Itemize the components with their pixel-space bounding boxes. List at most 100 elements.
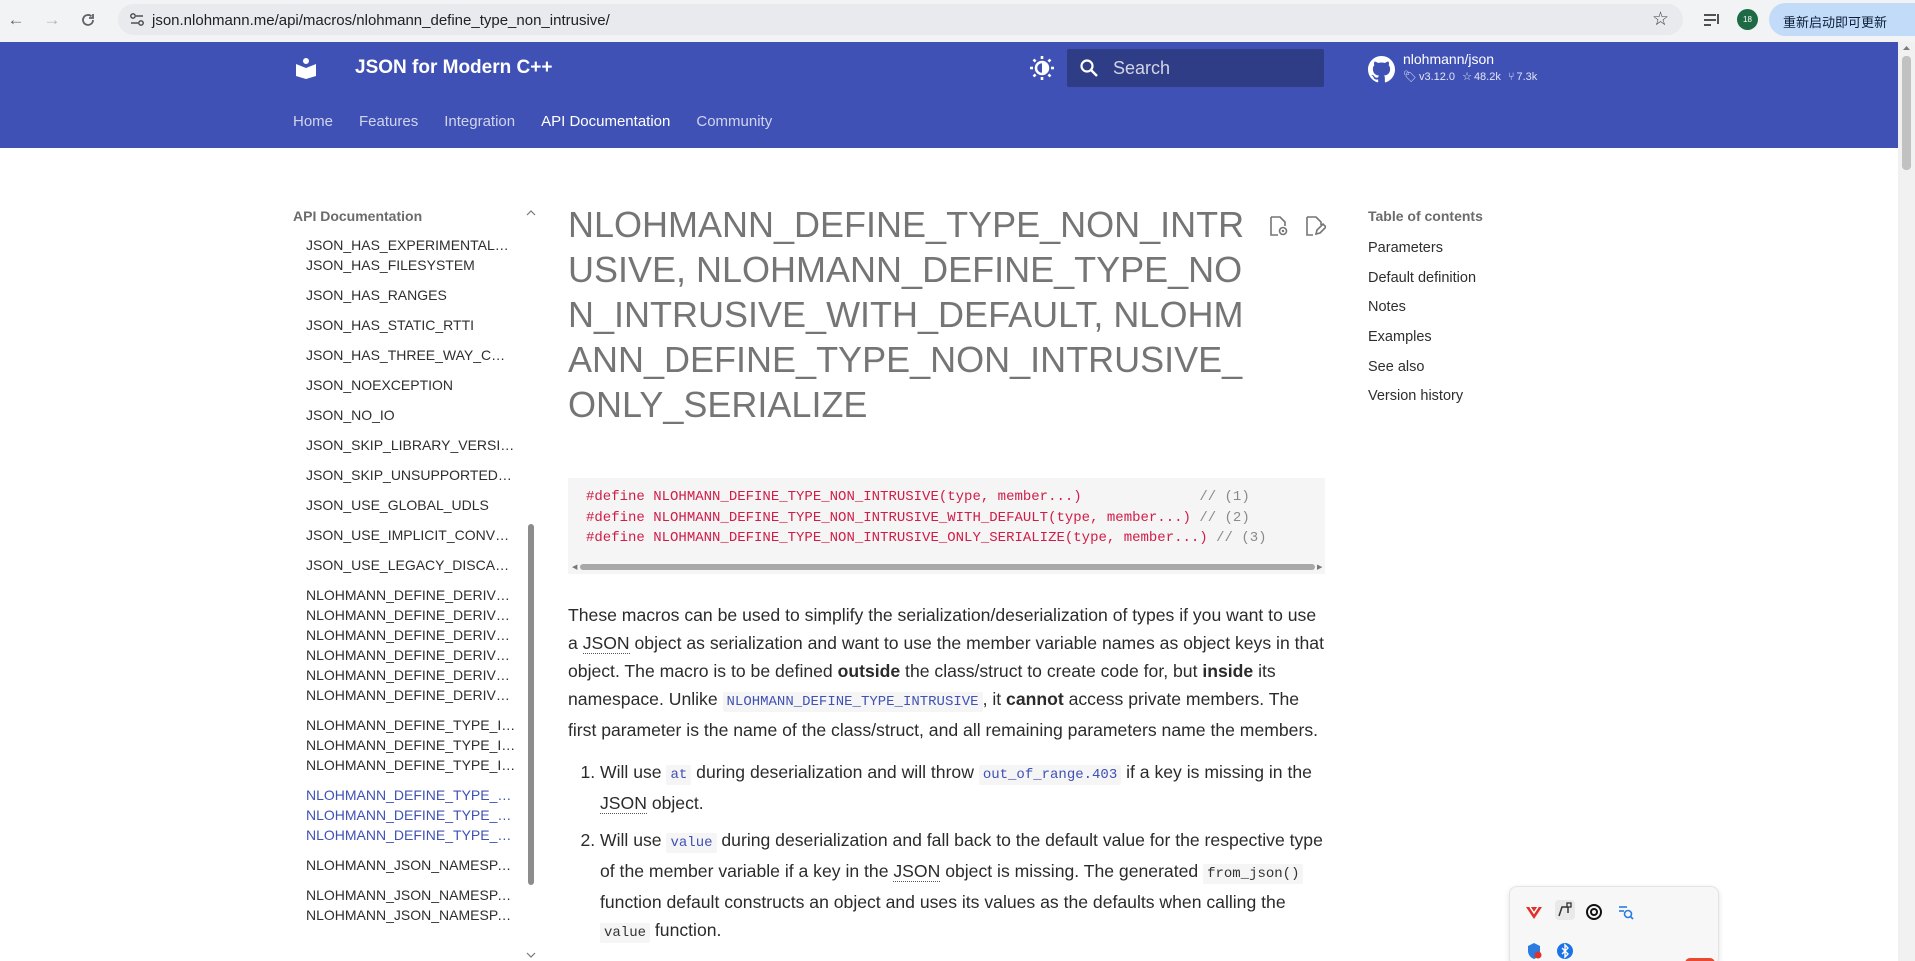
sidebar-nav-group: JSON_SKIP_UNSUPPORTED_COMPILER_CHECK — [306, 465, 516, 485]
list-text: function. — [650, 920, 722, 940]
sidebar-nav-item[interactable]: NLOHMANN_DEFINE_TYPE_NON_INTRUSIVE_WITH_… — [306, 805, 516, 825]
repo-version: v3.12.0 — [1418, 70, 1456, 83]
sidebar-nav-item[interactable]: NLOHMANN_DEFINE_TYPE_NON_INTRUSIVE, — [306, 785, 516, 805]
toc-item[interactable]: Parameters — [1368, 238, 1476, 258]
sidebar-nav-item[interactable]: NLOHMANN_DEFINE_DERIVED_TYPE_INTRUSIVE, — [306, 585, 516, 605]
intro-text: the class/struct to create code for, but — [900, 661, 1203, 681]
sidebar-nav-item[interactable]: NLOHMANN_DEFINE_DERIVED_TYPE_NON_INTRUSI… — [306, 645, 516, 665]
sidebar-nav-item[interactable]: JSON_USE_IMPLICIT_CONVERSIONS — [306, 525, 516, 545]
scroll-left-icon[interactable]: ◀ — [572, 563, 577, 571]
sidebar-nav-item[interactable]: NLOHMANN_DEFINE_TYPE_NON_INTRUSIVE_ONLY_… — [306, 825, 516, 845]
json-abbr: JSON — [893, 861, 941, 882]
sidebar-nav-group: JSON_HAS_THREE_WAY_COMPARISON — [306, 345, 516, 365]
out-of-range-link[interactable]: out_of_range.403 — [978, 765, 1122, 785]
edit-page-icon[interactable] — [1302, 214, 1326, 238]
tab-api-documentation[interactable]: API Documentation — [541, 113, 670, 130]
site-title[interactable]: JSON for Modern C++ — [355, 57, 552, 79]
sidebar-title: API Documentation — [293, 208, 423, 224]
repo-forks: 7.3k — [1516, 70, 1538, 83]
sidebar-nav-item[interactable]: JSON_SKIP_LIBRARY_VERSION_CHECK — [306, 435, 516, 455]
profile-avatar[interactable]: 18 — [1737, 9, 1758, 30]
from-json-code: from_json() — [1203, 864, 1304, 884]
search-icon — [1080, 59, 1098, 77]
sidebar-nav-item[interactable]: NLOHMANN_DEFINE_DERIVED_TYPE_INTRUSIVE_O… — [306, 625, 516, 645]
sidebar-nav-item[interactable]: NLOHMANN_JSON_NAMESPACE — [306, 855, 516, 875]
vivaldi-icon[interactable] — [1524, 902, 1544, 922]
bookmark-star-icon[interactable]: ☆ — [1652, 8, 1669, 31]
code-line: #define NLOHMANN_DEFINE_TYPE_NON_INTRUSI… — [586, 528, 1267, 549]
toc-item[interactable]: Examples — [1368, 327, 1476, 347]
url-text: json.nlohmann.me/api/macros/nlohmann_def… — [152, 12, 610, 29]
tab-integration[interactable]: Integration — [444, 113, 515, 130]
code-macro: #define NLOHMANN_DEFINE_TYPE_NON_INTRUSI… — [586, 509, 1200, 526]
search-tool-icon[interactable] — [1616, 902, 1636, 922]
scroll-up-icon[interactable] — [1902, 45, 1911, 51]
sidebar-nav-item[interactable]: JSON_HAS_THREE_WAY_COMPARISON — [306, 345, 516, 365]
sidebar-nav-item[interactable]: NLOHMANN_DEFINE_DERIVED_TYPE_NON_INTRUSI… — [306, 685, 516, 705]
sidebar-nav-item[interactable]: JSON_HAS_STATIC_RTTI — [306, 315, 516, 335]
collapse-up-icon[interactable] — [526, 210, 536, 216]
sidebar-nav-item[interactable]: NLOHMANN_JSON_NAMESPACE_END — [306, 905, 516, 925]
sidebar-nav-item[interactable]: JSON_SKIP_UNSUPPORTED_COMPILER_CHECK — [306, 465, 516, 485]
scroll-right-icon[interactable]: ▶ — [1317, 563, 1322, 571]
search-box[interactable] — [1067, 49, 1324, 87]
version-fact: 🏷︎ v3.12.0 — [1403, 70, 1456, 84]
site-info-icon[interactable] — [128, 11, 146, 28]
address-bar[interactable]: json.nlohmann.me/api/macros/nlohmann_def… — [118, 4, 1683, 35]
scroll-down-icon[interactable] — [526, 952, 536, 958]
browser-toolbar: ← → json.nlohmann.me/api/macros/nlohmann… — [0, 0, 1915, 42]
list-text: object. — [646, 793, 704, 813]
sidebar-nav-item[interactable]: JSON_NO_IO — [306, 405, 516, 425]
book-logo-icon[interactable] — [294, 56, 318, 80]
tab-home[interactable]: Home — [293, 113, 333, 130]
sidebar-nav-item[interactable]: NLOHMANN_DEFINE_TYPE_INTRUSIVE, — [306, 715, 516, 735]
value-link[interactable]: value — [666, 833, 717, 853]
bluetooth-icon[interactable] — [1555, 941, 1575, 961]
sidebar-nav-item[interactable]: JSON_USE_LEGACY_DISCARDED_VALUE_COMPARIS… — [306, 555, 516, 575]
sidebar-scrollbar[interactable] — [528, 524, 534, 885]
tab-features[interactable]: Features — [359, 113, 418, 130]
page-scrollbar-thumb[interactable] — [1902, 56, 1911, 170]
sidebar-nav-item[interactable]: JSON_NOEXCEPTION — [306, 375, 516, 395]
repo-link[interactable]: nlohmann/json 🏷︎ v3.12.0 ☆ 48.2k ⑂ 7.3k — [1368, 50, 1568, 90]
fork-icon: ⑂ — [1507, 70, 1515, 83]
page-scrollbar[interactable] — [1898, 42, 1915, 961]
sidebar-nav-item[interactable]: NLOHMANN_DEFINE_TYPE_INTRUSIVE_ONLY_SERI… — [306, 755, 516, 775]
brightness-toggle-icon[interactable] — [1029, 55, 1055, 81]
search-input[interactable] — [1113, 57, 1313, 79]
toc-item[interactable]: See also — [1368, 357, 1476, 377]
security-shield-icon[interactable] — [1524, 941, 1544, 961]
pen-tool-icon[interactable] — [1555, 900, 1575, 920]
update-button[interactable]: 重新启动即可更新 — [1769, 3, 1915, 36]
toc-item[interactable]: Default definition — [1368, 268, 1476, 288]
intrusive-macro-link[interactable]: NLOHMANN_DEFINE_TYPE_INTRUSIVE — [722, 692, 983, 712]
reading-list-icon[interactable] — [1700, 8, 1724, 32]
intro-text: , it — [982, 689, 1007, 709]
sidebar-nav-item[interactable]: JSON_HAS_RANGES — [306, 285, 516, 305]
toc-item[interactable]: Version history — [1368, 386, 1476, 406]
sidebar-nav-group: JSON_SKIP_LIBRARY_VERSION_CHECK — [306, 435, 516, 455]
toc-item[interactable]: Notes — [1368, 297, 1476, 317]
sidebar-nav-item[interactable]: NLOHMANN_DEFINE_DERIVED_TYPE_NON_INTRUSI… — [306, 665, 516, 685]
macro-behavior-list: Will use at during deserialization and w… — [568, 758, 1326, 947]
header-tabs: Home Features Integration API Documentat… — [293, 113, 772, 130]
at-link[interactable]: at — [666, 765, 692, 785]
page-title: NLOHMANN_DEFINE_TYPE_NON_INTRUSIVE, NLOH… — [568, 204, 1245, 425]
forward-icon[interactable]: → — [40, 8, 64, 32]
bold-outside: outside — [837, 661, 901, 681]
view-source-icon[interactable] — [1266, 214, 1290, 238]
back-icon[interactable]: ← — [4, 8, 28, 32]
sidebar-nav-group: NLOHMANN_JSON_NAMESPACE_BEGIN,NLOHMANN_J… — [306, 885, 516, 925]
tab-community[interactable]: Community — [696, 113, 772, 130]
sidebar-nav-item[interactable]: NLOHMANN_JSON_NAMESPACE_BEGIN, — [306, 885, 516, 905]
code-hscrollbar[interactable] — [580, 564, 1315, 570]
sidebar-nav-group: JSON_HAS_STATIC_RTTI — [306, 315, 516, 335]
sidebar-nav-item[interactable]: JSON_USE_GLOBAL_UDLS — [306, 495, 516, 515]
sidebar-nav-item[interactable]: JSON_HAS_FILESYSTEM — [306, 255, 516, 275]
code-comment: // (2) — [1199, 509, 1250, 526]
spiral-app-icon[interactable] — [1584, 902, 1604, 922]
sidebar-nav-item[interactable]: JSON_HAS_EXPERIMENTAL_FILESYSTEM, — [306, 235, 516, 255]
sidebar-nav-item[interactable]: NLOHMANN_DEFINE_TYPE_INTRUSIVE_WITH_DEFA… — [306, 735, 516, 755]
sidebar-nav-item[interactable]: NLOHMANN_DEFINE_DERIVED_TYPE_INTRUSIVE_W… — [306, 605, 516, 625]
reload-icon[interactable] — [76, 8, 100, 32]
